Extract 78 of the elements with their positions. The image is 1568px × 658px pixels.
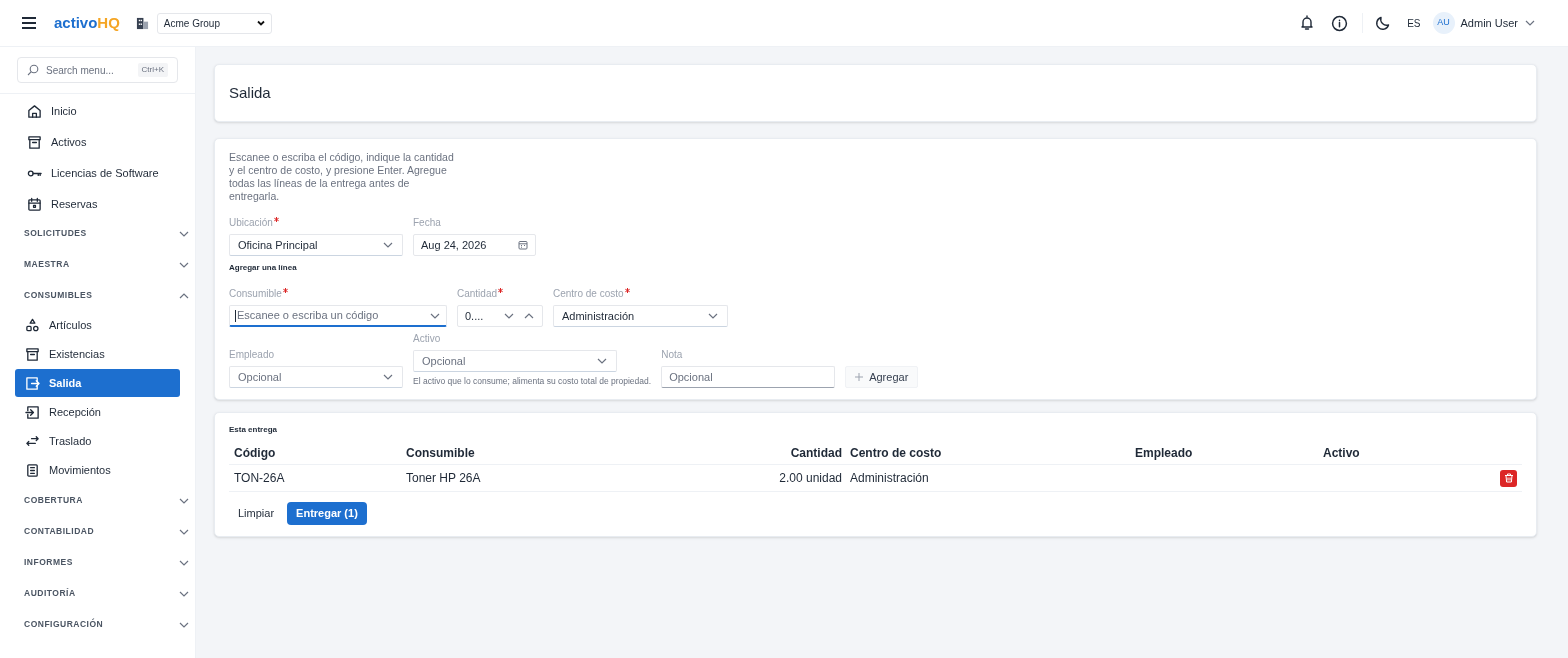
calendar-icon: [27, 196, 42, 212]
field-label: Centro de costo: [553, 287, 624, 301]
import-icon: [25, 404, 40, 420]
table-cell-text: TON-26A: [234, 470, 286, 487]
export-icon: [25, 375, 40, 391]
field-label: Fecha: [413, 216, 441, 230]
search-field[interactable]: Search menu... Ctrl+K: [17, 57, 178, 83]
field-label: Cantidad: [457, 287, 498, 301]
archive-icon: [25, 346, 40, 362]
app-logo[interactable]: activoHQ: [54, 11, 120, 35]
column-header: Cantidad: [789, 445, 842, 462]
transfer-arrows-icon: [25, 433, 40, 449]
trash-icon: [1503, 473, 1514, 483]
sidebar-item[interactable]: Reservas: [15, 190, 180, 218]
quantity-stepper[interactable]: 0....: [457, 305, 543, 327]
sidebar-section[interactable]: COBERTURA: [24, 485, 190, 516]
chevron-down-icon: [256, 19, 265, 27]
user-menu-button[interactable]: Admin User: [1460, 14, 1536, 32]
column-header: Código: [234, 445, 277, 462]
date-field[interactable]: Aug 24, 2026: [413, 234, 536, 256]
sidebar-section[interactable]: SOLICITUDES: [24, 218, 190, 249]
field-label: Ubicación: [229, 216, 273, 230]
sidebar-item[interactable]: Artículos: [15, 311, 180, 339]
consumable-combobox[interactable]: Escanee o escriba un código: [229, 305, 447, 327]
clear-button[interactable]: Limpiar: [229, 502, 284, 525]
sidebar-section[interactable]: CONSUMIBLES: [24, 280, 190, 311]
sidebar-section[interactable]: INFORMES: [24, 547, 190, 578]
calendar-icon: [518, 240, 528, 250]
deliver-button[interactable]: Entregar (1): [287, 502, 367, 525]
sidebar-item[interactable]: Recepción: [15, 398, 180, 426]
shortcut-badge: Ctrl+K: [137, 63, 168, 77]
note-field[interactable]: Opcional: [661, 365, 836, 388]
table-cell-text: Toner HP 26A: [406, 470, 482, 487]
sidebar-section[interactable]: CONFIGURACIÓN: [24, 609, 190, 640]
location-select[interactable]: Oficina Principal: [229, 234, 403, 256]
dark-mode-moon-icon[interactable]: [1375, 15, 1392, 31]
menu-icon[interactable]: [20, 14, 38, 32]
sidebar-section[interactable]: CONTABILIDAD: [24, 516, 190, 547]
search-icon: [27, 64, 39, 76]
asset-select[interactable]: Opcional: [413, 350, 617, 372]
home-icon: [27, 103, 42, 119]
field-label: Nota: [661, 347, 683, 362]
cost-center-select[interactable]: Administración: [553, 305, 728, 327]
column-header: Empleado: [1135, 445, 1194, 462]
help-text: El activo que lo consume; alimenta su costo total de propiedad.: [413, 375, 652, 388]
archive-icon: [27, 134, 42, 150]
sidebar-item[interactable]: Existencias: [15, 340, 180, 368]
sidebar-item[interactable]: Licencias de Software: [15, 159, 180, 187]
employee-select[interactable]: Opcional: [229, 365, 403, 388]
table-cell-text: Administración: [849, 470, 930, 487]
section-heading: Agregar una línea: [229, 262, 298, 274]
delete-button[interactable]: [1500, 469, 1517, 487]
info-icon[interactable]: [1331, 14, 1349, 32]
add-button[interactable]: Agregar: [845, 365, 919, 388]
company-select[interactable]: Acme Group: [156, 12, 272, 34]
table-cell-text: 2.00 unidad: [778, 470, 842, 487]
instructions-text: Escanee o escriba el código, indique la cantidad y el centro de costo, y presione Enter. Agregue todas las líneas de la entrega antes de entregarla.: [229, 151, 455, 203]
shapes-icon: [25, 317, 40, 333]
sidebar-item[interactable]: Salida: [15, 369, 180, 397]
language-button[interactable]: ES: [1407, 15, 1421, 31]
sidebar-item[interactable]: Movimientos: [15, 456, 180, 484]
building-icon: [135, 16, 149, 30]
page-title: Salida: [229, 82, 271, 103]
sidebar-section[interactable]: AUDITORÍA: [24, 578, 190, 609]
column-header: Centro de costo: [849, 445, 943, 462]
section-heading: Esta entrega: [229, 424, 279, 436]
sidebar-item[interactable]: Activos: [15, 128, 180, 156]
field-label: Activo: [413, 332, 441, 346]
sidebar-section[interactable]: MAESTRA: [24, 249, 190, 280]
field-label: Empleado: [229, 347, 275, 362]
document-icon: [25, 462, 40, 478]
field-label: Consumible: [229, 287, 282, 301]
sidebar-item[interactable]: Inicio: [15, 97, 180, 125]
user-avatar: AU: [1432, 12, 1455, 34]
plus-icon: [855, 372, 864, 381]
column-header: Activo: [1323, 445, 1361, 462]
sidebar-item[interactable]: Traslado: [15, 427, 180, 455]
column-header: Consumible: [406, 445, 476, 462]
